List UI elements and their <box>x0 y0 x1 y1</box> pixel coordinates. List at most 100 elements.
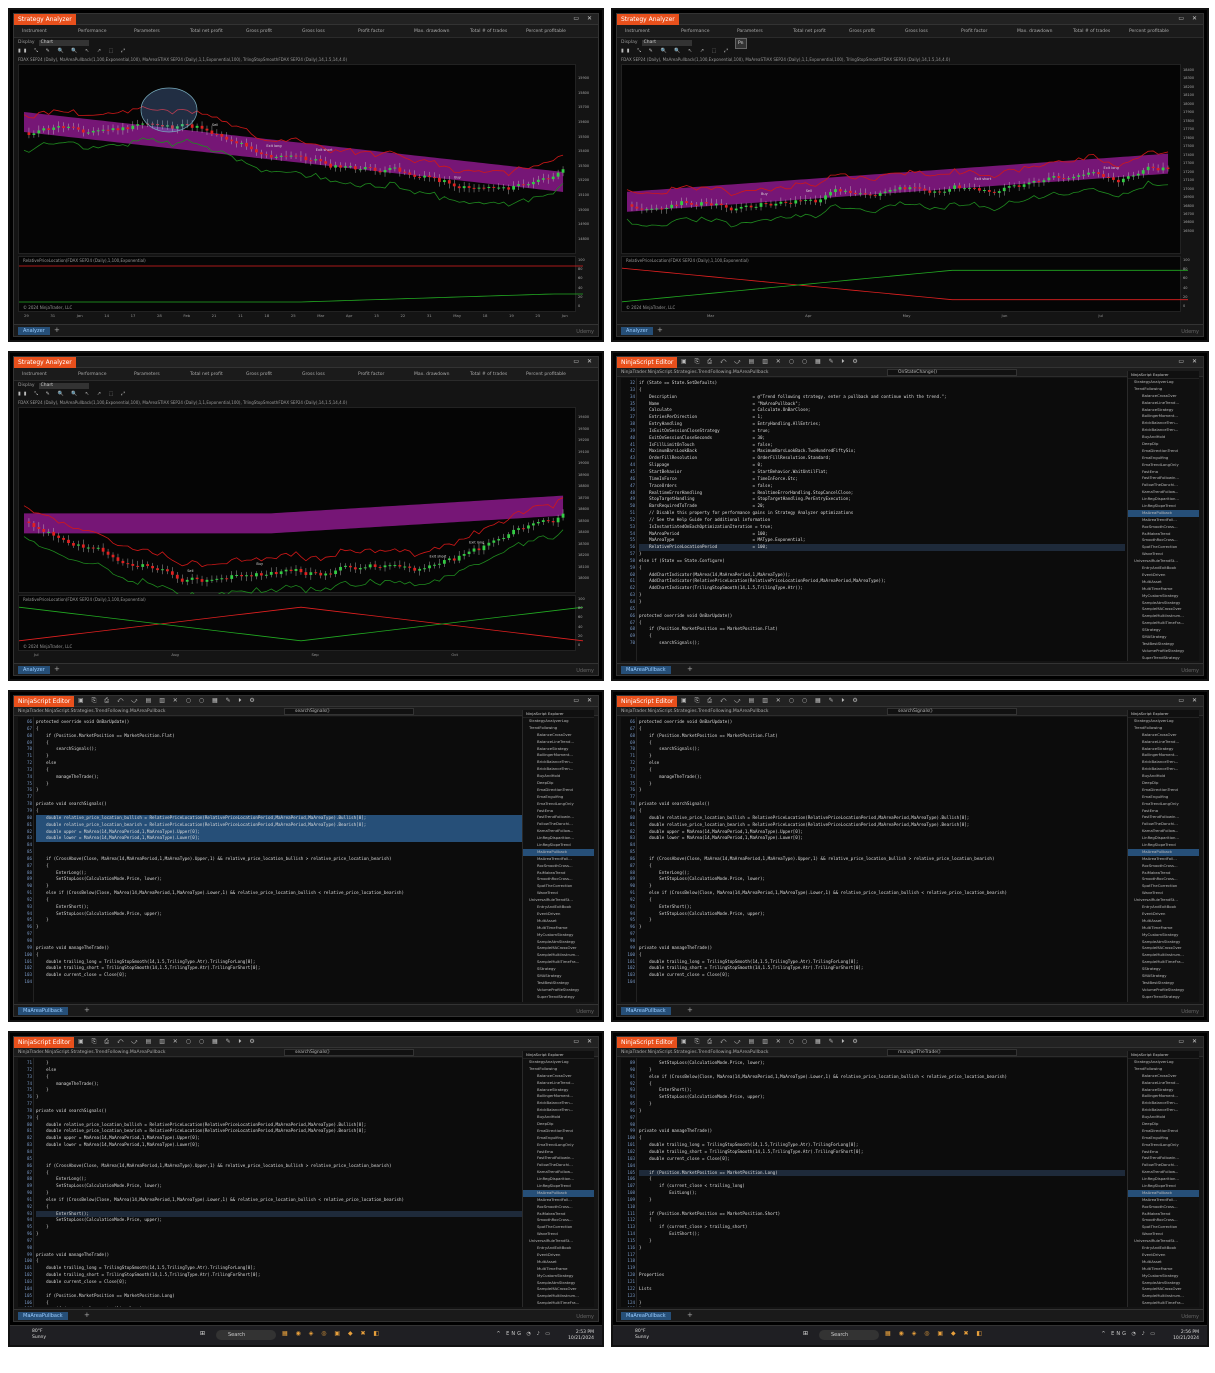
column-header-cell[interactable]: Profit factor <box>358 29 414 34</box>
window-controls[interactable]: ▭ ✕ <box>573 358 595 365</box>
code-line[interactable]: 106 { <box>627 1176 1125 1183</box>
explorer-item[interactable]: KamaTrendFollow... <box>1128 828 1199 835</box>
column-header-cell[interactable]: Profit factor <box>961 29 1017 34</box>
explorer-item[interactable]: MaAreaPullback <box>1128 509 1199 517</box>
add-tab-button[interactable]: + <box>687 1006 693 1014</box>
code-line[interactable]: 44 Slippage = 0; <box>630 462 1125 469</box>
code-line[interactable]: 82 double upper = MaArea(14,MaAreaPeriod… <box>27 1135 522 1142</box>
code-line[interactable]: 71 } <box>27 1060 522 1067</box>
explorer-item[interactable]: BalanceLineTrend... <box>1128 1080 1199 1087</box>
method-select[interactable]: searchSignals() <box>284 1049 414 1056</box>
code-line[interactable]: 94 SetStopLoss(CalculationMode.Price, up… <box>630 1094 1125 1101</box>
code-line[interactable]: 100 { <box>24 952 522 959</box>
column-header-cell[interactable]: Percent profitable <box>526 372 582 377</box>
add-tab-button[interactable]: + <box>54 326 60 334</box>
code-line[interactable]: 108 ExitLong(); <box>627 1190 1125 1197</box>
column-header-cell[interactable]: Parameters <box>134 29 190 34</box>
explorer-item[interactable]: DeepDip <box>1128 1121 1199 1128</box>
explorer-item[interactable]: EmaEngulfing <box>1128 455 1199 462</box>
code-line[interactable]: 66 protected override void OnBarUpdate() <box>630 719 1125 726</box>
column-header-cell[interactable]: Performance <box>681 29 737 34</box>
code-line[interactable]: 91 else if (CrossBelow(Close, MaArea(14,… <box>630 1074 1125 1081</box>
code-line[interactable]: 107 if (current_close < trailing_long) <box>627 1183 1125 1190</box>
code-line[interactable]: 82 double upper = MaArea(14,MaAreaPeriod… <box>630 829 1125 836</box>
code-editor[interactable]: 89 SetStopLoss(CalculationMode.Price, lo… <box>621 1058 1127 1307</box>
code-line[interactable]: 100 { <box>627 1135 1125 1142</box>
code-line[interactable]: 117 <box>627 1252 1125 1259</box>
column-header-cell[interactable]: Gross loss <box>302 372 358 377</box>
column-header-cell[interactable]: Instrument <box>625 29 681 34</box>
explorer-item[interactable]: RocSmoothCross... <box>523 863 594 870</box>
explorer-item[interactable]: SampleAtmStrategy <box>523 1280 594 1287</box>
code-line[interactable]: 98 <box>27 1245 522 1252</box>
explorer-item[interactable]: RocSmoothCross... <box>523 1204 594 1211</box>
code-line[interactable]: 39 IsExitOnSessionCloseStrategy = true; <box>630 428 1125 435</box>
column-header-cell[interactable]: Total # of trades <box>1073 29 1129 34</box>
explorer-item[interactable]: MultiTimeFrame <box>1128 925 1199 932</box>
column-header-cell[interactable]: Parameters <box>134 372 190 377</box>
explorer-item[interactable]: RocSmoothCross... <box>1128 524 1199 531</box>
explorer-item[interactable]: EmaEngulfing <box>1128 794 1199 801</box>
window-controls[interactable]: ▭ ✕ <box>1178 697 1200 704</box>
explorer-item[interactable]: SampleMACrossOver <box>1128 1286 1199 1293</box>
explorer-item[interactable]: BalanceStrategy <box>523 746 594 753</box>
column-header-cell[interactable]: Total net profit <box>190 372 246 377</box>
explorer-item[interactable]: UniversalRuleTrendSt... <box>523 1238 594 1245</box>
explorer-item[interactable]: EventDriven <box>1128 1252 1199 1259</box>
code-line[interactable]: 49 StopTargetHandling = StopTargetHandli… <box>630 496 1125 503</box>
code-line[interactable]: 95 } <box>630 917 1125 924</box>
explorer-item[interactable]: KamaTrendFollow... <box>1128 489 1199 496</box>
explorer-item[interactable]: MultiAsset <box>1128 918 1199 925</box>
explorer-item[interactable]: BalanceStrategy <box>523 1087 594 1094</box>
code-line[interactable]: 71 } <box>27 753 522 760</box>
window-controls[interactable]: ▭ ✕ <box>1178 15 1200 22</box>
code-editor[interactable]: 71 } 72 else 73 {74 manageTheTrade(); 75 } 7… <box>18 1058 524 1307</box>
explorer-item[interactable]: BrickBalanceTren... <box>1128 766 1199 773</box>
column-header-cell[interactable]: Instrument <box>22 372 78 377</box>
column-header-cell[interactable]: Total # of trades <box>470 29 526 34</box>
editor-toolbar[interactable]: ▣ ⎘ ⎙ ⤺ ⤻ ▤ ▥ ✕ ○ ○ ▦ ✎ ⏵ ⚙ <box>681 358 861 366</box>
code-line[interactable]: 79 { <box>630 808 1125 815</box>
explorer-item[interactable]: VolumeProfileStrategy <box>1128 648 1199 655</box>
code-line[interactable]: 95 } <box>630 1101 1125 1108</box>
code-line[interactable]: 77 <box>27 794 522 801</box>
explorer-item[interactable]: SampleMultiInstrum... <box>1128 952 1199 959</box>
explorer-item[interactable]: SampleAtmStrategy <box>523 939 594 946</box>
explorer-item[interactable]: SampleAtmStrategy <box>1128 1280 1199 1287</box>
explorer-item[interactable]: BalanceCrossOver <box>1128 732 1199 739</box>
method-select[interactable]: manageTheTrade() <box>887 1049 1017 1056</box>
namespace-path[interactable]: NinjaTrader.NinjaScript.Strategies.Trend… <box>621 1050 769 1055</box>
code-line[interactable]: 50 BarsRequiredToTrade = 20; <box>630 503 1125 510</box>
explorer-item[interactable]: EmaEngulfing <box>1128 1135 1199 1142</box>
explorer-item[interactable]: EntryAndExitBook <box>523 904 594 911</box>
explorer-item[interactable]: SampleAtmStrategy <box>1128 939 1199 946</box>
code-line[interactable]: 37 EntriesPerDirection = 1; <box>630 414 1125 421</box>
explorer-item[interactable]: SampleMACrossOver <box>523 945 594 952</box>
code-line[interactable]: 85 <box>630 849 1125 856</box>
code-line[interactable]: 94 SetStopLoss(CalculationMode.Price, up… <box>27 911 522 918</box>
add-tab-button[interactable]: + <box>687 1311 693 1319</box>
window-controls[interactable]: ▭ ✕ <box>573 697 595 704</box>
explorer-item[interactable]: MaAreaTrendFoll... <box>1128 856 1199 863</box>
code-line[interactable]: 64} <box>630 599 1125 606</box>
tab-maareapullback[interactable]: MaAreaPullback <box>621 1007 671 1015</box>
explorer-item[interactable]: FollowTheDonchi... <box>1128 821 1199 828</box>
code-line[interactable]: 59 { <box>630 565 1125 572</box>
code-line[interactable]: 96} <box>630 924 1125 931</box>
code-line[interactable]: 98 <box>630 1122 1125 1129</box>
code-line[interactable]: 67 { <box>27 726 522 733</box>
code-line[interactable]: 124} <box>627 1300 1125 1307</box>
explorer-item[interactable]: EventDriven <box>523 911 594 918</box>
code-line[interactable]: 75 } <box>27 781 522 788</box>
code-line[interactable]: 92 { <box>27 1204 522 1211</box>
explorer-item[interactable]: MaAreaPullback <box>523 1189 594 1197</box>
explorer-item[interactable]: SampleMACrossOver <box>523 1286 594 1293</box>
code-line[interactable]: 77 <box>27 1101 522 1108</box>
code-line[interactable]: 79 { <box>27 808 522 815</box>
explorer-item[interactable]: FastTrendFollowin... <box>523 814 594 821</box>
code-line[interactable]: 68 if (Position.MarketPosition == Market… <box>27 733 522 740</box>
code-line[interactable]: 119 <box>627 1265 1125 1272</box>
explorer-item[interactable]: MultiAsset <box>1128 579 1199 586</box>
code-line[interactable]: 55 MaAreaType = MAType.Exponential; <box>630 537 1125 544</box>
explorer-item[interactable]: TestBestStrategy <box>1128 980 1199 987</box>
